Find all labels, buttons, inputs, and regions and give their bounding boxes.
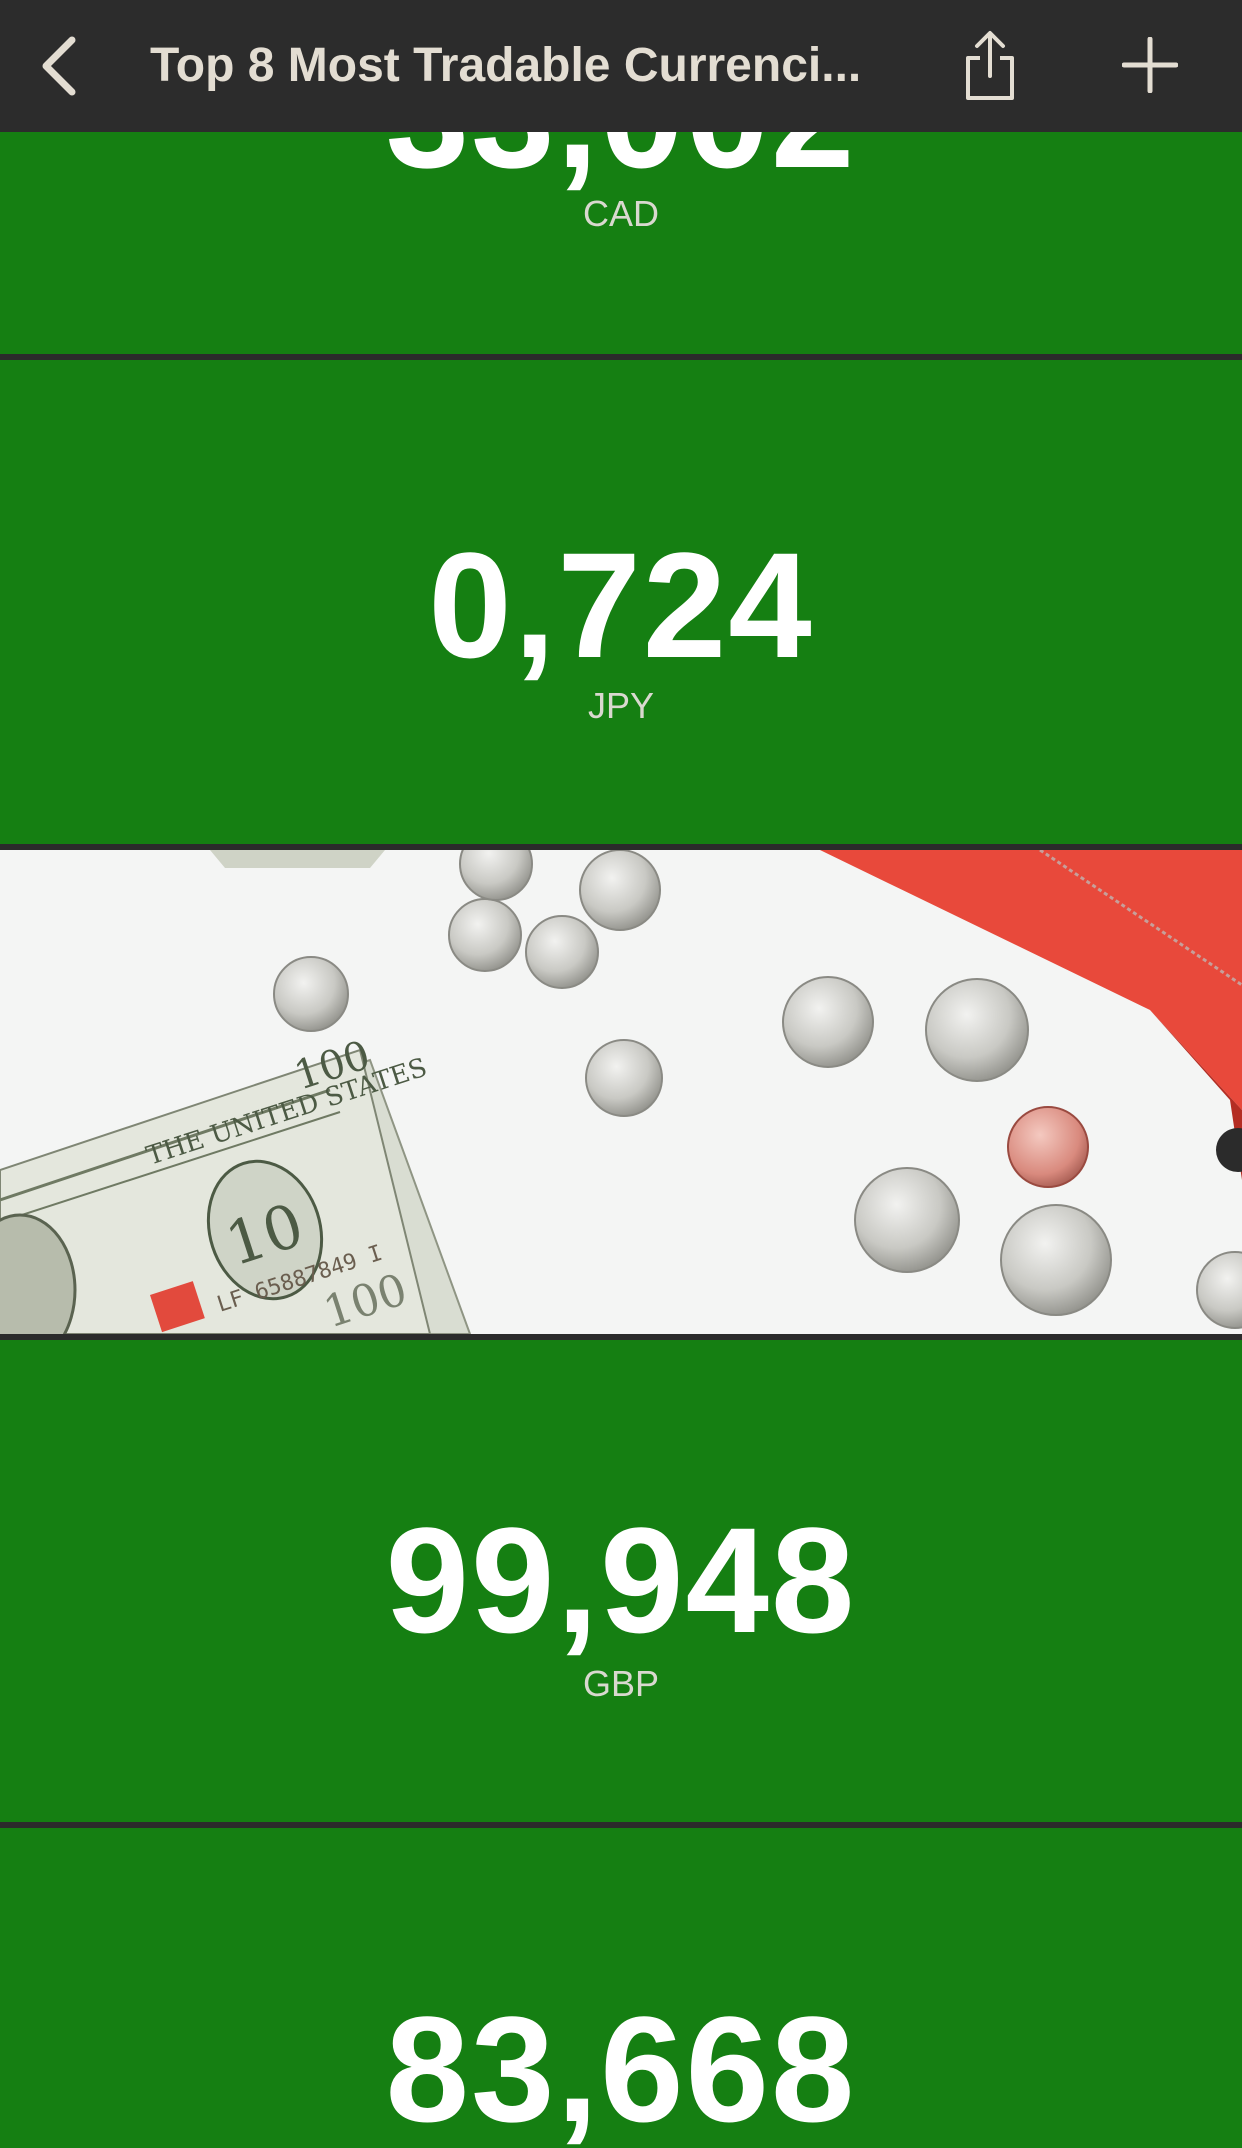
currency-card-gbp[interactable]: 99,948 GBP <box>0 1340 1242 1822</box>
currency-card-next[interactable]: 83,668 <box>0 1828 1242 2148</box>
page-title: Top 8 Most Tradable Currenci... <box>150 39 862 92</box>
currency-value: 83,668 <box>385 1985 857 2148</box>
currency-value: 0,724 <box>428 521 814 689</box>
money-photo-illustration: THE UNITED STATES 100 10 LF 65887849 I 1… <box>0 850 1242 1334</box>
screen: Top 8 Most Tradable Currenci... 33,002 C… <box>0 0 1242 2148</box>
currency-card-jpy[interactable]: 0,724 JPY <box>0 360 1242 844</box>
share-icon <box>966 31 1014 100</box>
currency-code: CAD <box>582 193 659 234</box>
currency-value: 99,948 <box>385 1496 857 1664</box>
share-button[interactable] <box>955 22 1025 110</box>
currency-code: GBP <box>582 1663 660 1704</box>
back-button[interactable] <box>28 22 88 110</box>
money-photo: THE UNITED STATES 100 10 LF 65887849 I 1… <box>0 850 1242 1334</box>
add-button[interactable] <box>1115 30 1185 100</box>
plus-icon <box>1122 37 1178 93</box>
navigation-bar: Top 8 Most Tradable Currenci... <box>0 0 1242 132</box>
currency-code: JPY <box>587 685 655 726</box>
chevron-left-icon <box>42 36 76 96</box>
